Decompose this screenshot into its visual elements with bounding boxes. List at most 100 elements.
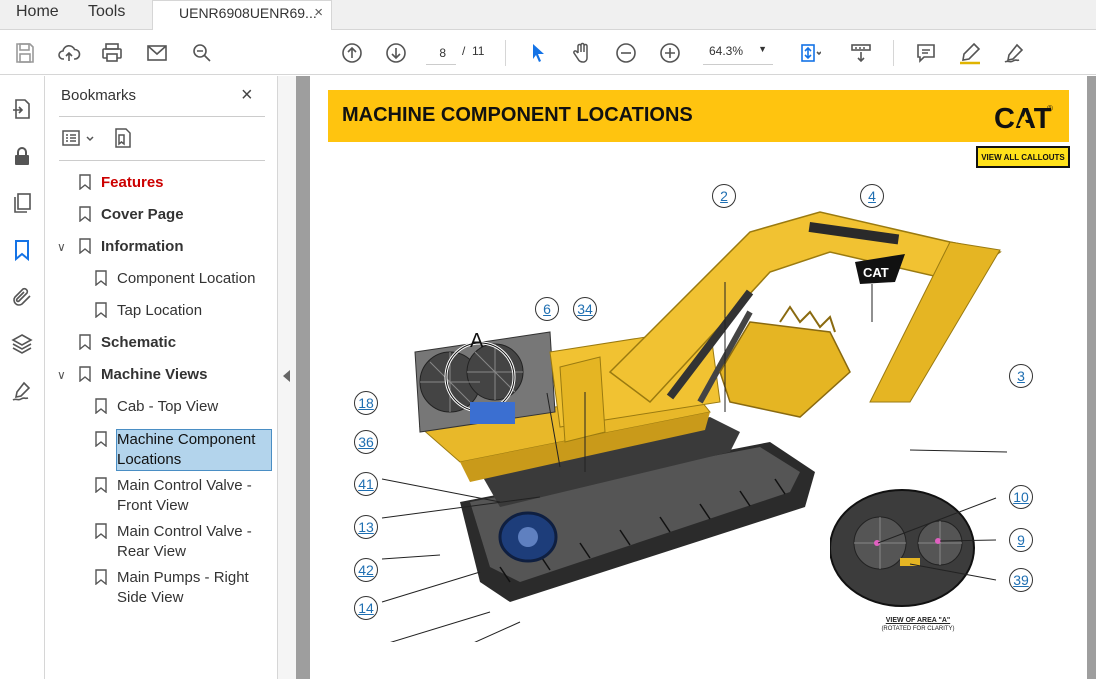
- callout-36[interactable]: 36: [354, 430, 378, 454]
- chevron-down-icon[interactable]: ∨: [57, 240, 66, 254]
- inset-caption: VIEW OF AREA "A": [885, 617, 951, 624]
- panel-title: Bookmarks: [61, 87, 137, 104]
- tab-document-label: UENR6908UENR69...: [179, 5, 317, 21]
- print-icon[interactable]: [98, 39, 126, 67]
- search-zoom-icon[interactable]: [188, 39, 216, 67]
- close-tab-icon[interactable]: ×: [314, 4, 323, 21]
- tab-bar: Home Tools UENR6908UENR69... ×: [0, 0, 1096, 31]
- bookmark-icon: [79, 366, 91, 382]
- comment-icon[interactable]: [912, 39, 940, 67]
- highlight-pen-icon[interactable]: [956, 39, 984, 67]
- pdf-page: MACHINE COMPONENT LOCATIONS CAT ® VIEW A…: [310, 76, 1087, 679]
- sign-icon[interactable]: [1000, 39, 1028, 67]
- fit-page-icon[interactable]: [795, 39, 823, 67]
- bookmark-label: Cover Page: [101, 206, 184, 223]
- boom-cat-decal: CAT: [863, 265, 889, 280]
- new-bookmark-icon[interactable]: [111, 126, 135, 150]
- select-pointer-icon[interactable]: [524, 39, 552, 67]
- callout-18[interactable]: 18: [354, 391, 378, 415]
- callout-39[interactable]: 39: [1009, 568, 1033, 592]
- callout-6[interactable]: 6: [535, 297, 559, 321]
- email-icon[interactable]: [143, 39, 171, 67]
- panel-divider: [59, 160, 265, 161]
- page-number-input[interactable]: [426, 41, 456, 65]
- bookmark-label: Component Location: [117, 270, 256, 287]
- callout-10[interactable]: 10: [1009, 485, 1033, 509]
- close-panel-icon[interactable]: ×: [241, 84, 253, 107]
- document-viewer[interactable]: MACHINE COMPONENT LOCATIONS CAT ® VIEW A…: [296, 76, 1096, 679]
- bookmark-icon: [79, 206, 91, 222]
- bookmark-icon: [95, 398, 107, 414]
- tab-home[interactable]: Home: [16, 3, 59, 21]
- bookmark-icon: [95, 569, 107, 585]
- upload-cloud-icon[interactable]: [55, 39, 83, 67]
- view-all-callouts-button[interactable]: VIEW ALL CALLOUTS: [976, 146, 1070, 168]
- area-label: A: [470, 330, 484, 352]
- previous-page-icon[interactable]: [338, 39, 366, 67]
- callout-2[interactable]: 2: [712, 184, 736, 208]
- bookmark-label: Machine Views: [101, 366, 208, 383]
- page-separator: /: [462, 44, 466, 58]
- callout-41[interactable]: 41: [354, 472, 378, 496]
- bookmarks-panel: Bookmarks × Features Cover Page ∨ Inform…: [45, 76, 278, 679]
- zoom-out-icon[interactable]: [612, 39, 640, 67]
- next-page-icon[interactable]: [382, 39, 410, 67]
- callout-14[interactable]: 14: [354, 596, 378, 620]
- bookmark-icon: [79, 334, 91, 350]
- zoom-in-icon[interactable]: [656, 39, 684, 67]
- toolbar-divider: [893, 40, 894, 66]
- cat-logo: CAT ®: [994, 103, 1053, 135]
- bookmark-icon: [95, 523, 107, 539]
- bookmark-label: Main Pumps - Right Side View: [117, 569, 249, 606]
- callout-9[interactable]: 9: [1009, 528, 1033, 552]
- bookmark-label: Information: [101, 238, 184, 255]
- bookmark-label: Main Control Valve - Front View: [117, 477, 252, 514]
- bookmark-label: Machine Component Locations: [117, 431, 256, 468]
- zoom-select[interactable]: 64.3% ▼: [703, 41, 773, 65]
- bookmark-label: Features: [101, 174, 164, 191]
- tab-tools[interactable]: Tools: [88, 3, 125, 21]
- callout-13[interactable]: 13: [354, 515, 378, 539]
- scroll-mode-icon[interactable]: [847, 39, 875, 67]
- attachment-icon[interactable]: [8, 283, 36, 311]
- tab-document[interactable]: UENR6908UENR69... ×: [152, 0, 332, 31]
- lock-icon[interactable]: [8, 142, 36, 170]
- page-count: 11: [472, 44, 485, 58]
- bookmark-icon: [79, 238, 91, 254]
- bookmark-icon: [95, 270, 107, 286]
- export-pdf-icon[interactable]: [8, 95, 36, 123]
- svg-text:®: ®: [1047, 104, 1053, 113]
- collapse-arrow-icon: [283, 370, 290, 382]
- toolbar: / 11 64.3% ▼: [0, 30, 1096, 75]
- chevron-down-icon[interactable]: ∨: [57, 368, 66, 382]
- bookmark-label: Schematic: [101, 334, 177, 351]
- bookmark-icon[interactable]: [8, 236, 36, 264]
- save-icon[interactable]: [11, 39, 39, 67]
- bookmark-icon: [95, 431, 107, 447]
- bookmark-options-icon[interactable]: [61, 128, 97, 150]
- callout-4[interactable]: 4: [860, 184, 884, 208]
- left-rail: [0, 76, 45, 679]
- panel-divider: [59, 116, 265, 117]
- zoom-value: 64.3%: [709, 44, 744, 58]
- bookmark-label: Tap Location: [117, 302, 203, 319]
- bookmark-icon: [95, 302, 107, 318]
- page-banner: MACHINE COMPONENT LOCATIONS CAT ®: [328, 90, 1069, 142]
- bookmark-label: Main Control Valve - Rear View: [117, 523, 252, 560]
- callout-3[interactable]: 3: [1009, 364, 1033, 388]
- page-title: MACHINE COMPONENT LOCATIONS: [342, 104, 693, 126]
- toolbar-divider: [505, 40, 506, 66]
- hand-tool-icon[interactable]: [568, 39, 596, 67]
- bookmark-icon: [79, 174, 91, 190]
- callout-42[interactable]: 42: [354, 558, 378, 582]
- page-thumbnails-icon[interactable]: [8, 189, 36, 217]
- panel-collapse-handle[interactable]: [278, 76, 296, 679]
- callout-34[interactable]: 34: [573, 297, 597, 321]
- inset-caption-sub: (ROTATED FOR CLARITY): [881, 626, 955, 632]
- layers-icon[interactable]: [8, 330, 36, 358]
- signature-icon[interactable]: [8, 377, 36, 405]
- bookmark-label: Cab - Top View: [117, 398, 219, 415]
- chevron-down-icon: ▼: [758, 44, 767, 54]
- page-total: / 11: [462, 44, 484, 58]
- bookmark-icon: [95, 477, 107, 493]
